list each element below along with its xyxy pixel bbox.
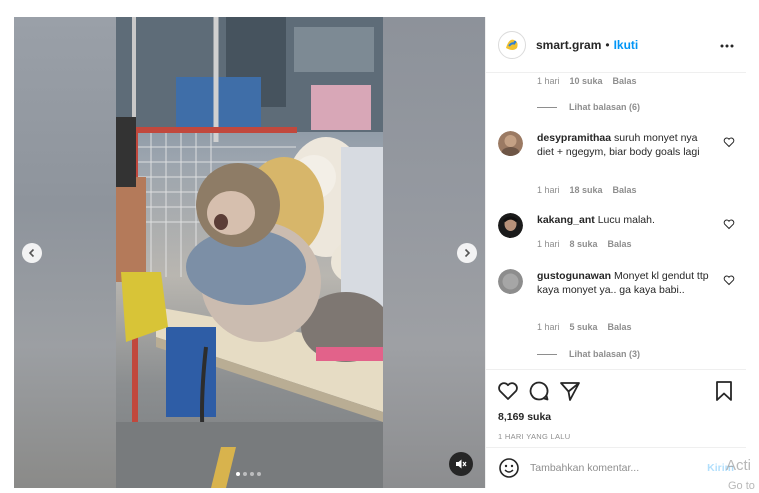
next-slide-button[interactable] — [457, 243, 477, 263]
slide-indicator — [236, 472, 261, 476]
chevron-right-icon — [464, 248, 471, 258]
post-actions: 8,169 suka 1 HARI YANG LALU — [486, 369, 746, 447]
slide-dot — [236, 472, 240, 476]
comments-list[interactable]: 1 hari 10 suka Balas Lihat balasan (6) d… — [486, 73, 746, 369]
comment-item: desypramithaa suruh monyet nya diet + ng… — [498, 131, 735, 201]
post-media[interactable] — [14, 17, 485, 488]
replies-divider — [537, 106, 557, 108]
comment-body: kakang_ant Lucu malah. — [537, 213, 712, 227]
comment-meta: 1 hari 8 suka Balas — [537, 239, 632, 249]
likes-count[interactable]: 8,169 suka — [498, 411, 551, 423]
reply-button[interactable]: Balas — [608, 239, 632, 249]
more-options-icon — [720, 44, 734, 48]
comment-time: 1 hari — [537, 322, 560, 332]
previous-slide-button[interactable] — [22, 243, 42, 263]
avatar-photo — [498, 269, 523, 294]
replies-divider — [537, 353, 557, 355]
comment-meta: 1 hari 18 suka Balas — [537, 185, 637, 195]
activation-watermark: Acti — [726, 457, 752, 474]
slide-dot — [250, 472, 254, 476]
comment-time: 1 hari — [537, 239, 560, 249]
commenter-username[interactable]: desypramithaa — [537, 132, 611, 144]
view-replies-button[interactable]: Lihat balasan (6) — [537, 102, 640, 112]
comment-body: desypramithaa suruh monyet nya diet + ng… — [537, 131, 712, 159]
commenter-username[interactable]: kakang_ant — [537, 214, 595, 226]
smartgram-logo-icon — [502, 34, 522, 55]
video-scene-illustration — [116, 17, 383, 488]
comment-input[interactable] — [530, 462, 700, 474]
comment-likes[interactable]: 5 suka — [570, 322, 598, 332]
slide-dot — [257, 472, 261, 476]
post-timestamp: 1 HARI YANG LALU — [498, 432, 571, 441]
heart-icon[interactable] — [497, 380, 519, 402]
comment-likes[interactable]: 8 suka — [570, 239, 598, 249]
commenter-avatar[interactable] — [498, 213, 523, 238]
comment-meta: 1 hari 5 suka Balas — [537, 322, 632, 332]
comment-icon[interactable] — [528, 380, 550, 402]
post-header: smart.gram • Ikuti — [486, 17, 746, 73]
comment-body: gustogunawan Monyet kl gendut ttp kaya m… — [537, 269, 712, 297]
comment-likes[interactable]: 18 suka — [570, 185, 603, 195]
reply-button[interactable]: Balas — [613, 185, 637, 195]
commenter-avatar[interactable] — [498, 269, 523, 294]
slide-dot — [243, 472, 247, 476]
reply-button[interactable]: Balas — [608, 322, 632, 332]
chevron-left-icon — [28, 248, 35, 258]
author-avatar[interactable] — [498, 30, 526, 59]
more-options-button[interactable] — [720, 35, 734, 51]
avatar-photo — [498, 213, 523, 238]
comment-item: gustogunawan Monyet kl gendut ttp kaya m… — [498, 269, 735, 339]
video-frame[interactable] — [116, 17, 383, 488]
view-replies-label: Lihat balasan (6) — [569, 102, 641, 112]
comment-likes[interactable]: 10 suka — [570, 76, 603, 86]
activation-watermark-subtext: Go to — [728, 480, 755, 492]
add-comment-bar: Kirim — [486, 447, 746, 488]
bookmark-icon[interactable] — [713, 380, 735, 402]
send-icon[interactable] — [559, 380, 581, 402]
view-replies-button[interactable]: Lihat balasan (3) — [537, 349, 640, 359]
heart-icon[interactable] — [723, 274, 735, 286]
heart-icon[interactable] — [723, 136, 735, 148]
commenter-avatar[interactable] — [498, 131, 523, 156]
emoji-icon[interactable] — [498, 457, 520, 479]
follow-button[interactable]: Ikuti — [614, 38, 639, 52]
comment-time: 1 hari — [537, 76, 560, 86]
comment-item: kakang_ant Lucu malah. 1 hari 8 suka Bal… — [498, 213, 735, 257]
mute-toggle-button[interactable] — [449, 452, 473, 476]
view-replies-label: Lihat balasan (3) — [569, 349, 641, 359]
comment-time: 1 hari — [537, 185, 560, 195]
speaker-muted-icon — [456, 459, 467, 469]
avatar-photo — [498, 131, 523, 156]
header-separator: • — [605, 37, 610, 52]
reply-button[interactable]: Balas — [613, 76, 637, 86]
post-sidebar: smart.gram • Ikuti 1 hari 10 suka Balas … — [485, 17, 746, 488]
comment-text: Lucu malah. — [597, 214, 655, 226]
commenter-username[interactable]: gustogunawan — [537, 270, 611, 282]
author-username[interactable]: smart.gram — [536, 38, 601, 52]
comment-meta: 1 hari 10 suka Balas — [537, 76, 637, 86]
heart-icon[interactable] — [723, 218, 735, 230]
